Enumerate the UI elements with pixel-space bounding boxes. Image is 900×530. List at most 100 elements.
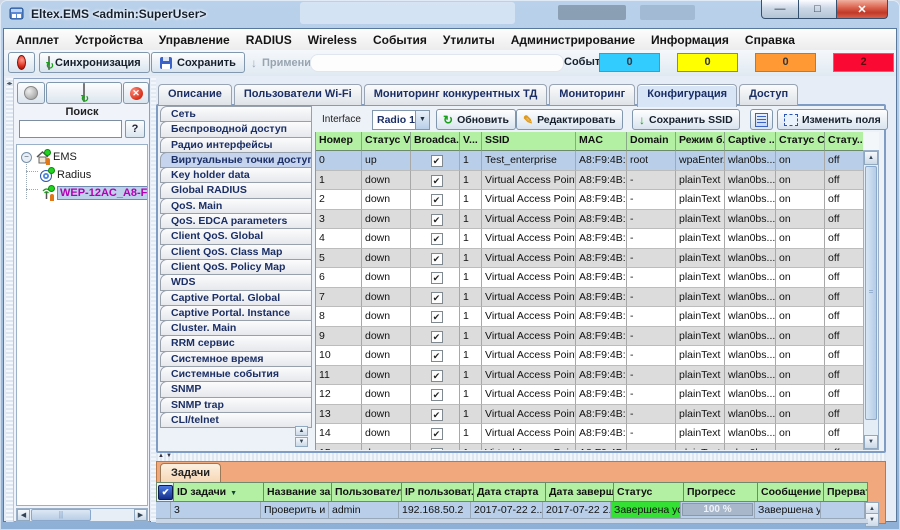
config-section-5[interactable]: Global RADIUS: [160, 182, 312, 199]
table-row[interactable]: 3down ✔ 1Virtual Access Point...A8:F9:4B:.…: [316, 209, 864, 229]
panel-collapse-strip[interactable]: ◂▸: [6, 78, 14, 522]
vap-column-header-7[interactable]: Режим б...: [676, 132, 725, 151]
event-counter-info[interactable]: 0: [599, 53, 660, 72]
maximize-button[interactable]: □: [799, 0, 836, 19]
config-section-9[interactable]: Client QoS. Class Map: [160, 243, 312, 260]
tab-4[interactable]: Конфигурация: [637, 84, 738, 107]
broadcast-checkbox[interactable]: ✔: [430, 174, 443, 187]
task-column-header-7[interactable]: Прогресс: [684, 482, 758, 502]
search-input[interactable]: [19, 120, 122, 138]
tab-tasks[interactable]: Задачи: [160, 463, 221, 483]
config-section-16[interactable]: Системное время: [160, 350, 312, 368]
table-row[interactable]: 6down ✔ 1Virtual Access Point...A8:F9:4B:.…: [316, 268, 864, 288]
table-row[interactable]: 14down ✔ 1Virtual Access Point...A8:F9:4B:…: [316, 424, 864, 444]
broadcast-checkbox[interactable]: ✔: [430, 291, 443, 304]
table-row[interactable]: 12down ✔ 1Virtual Access Point...A8:F9:4B:…: [316, 385, 864, 405]
table-row[interactable]: 8down ✔ 1Virtual Access Point...A8:F9:4B:.…: [316, 307, 864, 327]
config-scroll-down-button[interactable]: ▼: [295, 437, 308, 447]
broadcast-checkbox[interactable]: ✔: [430, 233, 443, 245]
horizontal-splitter[interactable]: ▲▼: [156, 453, 886, 461]
config-section-15[interactable]: RRM сервис: [160, 335, 312, 352]
config-section-4[interactable]: Key holder data: [160, 167, 312, 184]
task-column-header-6[interactable]: Статус: [614, 482, 684, 502]
refresh-button[interactable]: ↻ Обновить: [436, 109, 516, 130]
broadcast-checkbox[interactable]: ✔: [430, 155, 443, 167]
event-counter-major[interactable]: 0: [755, 53, 816, 72]
menu-item-7[interactable]: Администрирование: [503, 31, 643, 49]
config-section-11[interactable]: WDS: [160, 274, 312, 291]
broadcast-checkbox[interactable]: ✔: [430, 330, 443, 343]
tab-2[interactable]: Мониторинг конкурентных ТД: [363, 84, 548, 105]
table-row[interactable]: 7down ✔ 1Virtual Access Point...A8:F9:4B:.…: [316, 287, 864, 307]
disconnect-button[interactable]: [8, 52, 35, 73]
table-row[interactable]: 15down ✔ 1Virtual Access Point...A8:F9:4B:…: [316, 443, 864, 450]
vap-column-header-3[interactable]: V...: [460, 132, 482, 151]
vap-column-header-8[interactable]: Captive ...: [725, 132, 776, 151]
table-row[interactable]: 5down ✔ 1Virtual Access Point...A8:F9:4B:.…: [316, 248, 864, 268]
task-column-header-5[interactable]: Дата заверш...: [546, 482, 614, 502]
tree-sync-button[interactable]: ↻: [46, 82, 122, 105]
menu-item-3[interactable]: RADIUS: [238, 31, 300, 49]
config-section-8[interactable]: Client QoS. Global: [160, 228, 312, 245]
table-row[interactable]: 13down ✔ 1Virtual Access Point...A8:F9:4B:…: [316, 404, 864, 424]
config-section-14[interactable]: Cluster. Main: [160, 320, 312, 337]
table-row[interactable]: 4down ✔ 1Virtual Access Point...A8:F9:4B:.…: [316, 229, 864, 249]
broadcast-checkbox[interactable]: ✔: [430, 213, 443, 226]
scroll-up-button[interactable]: ▲: [864, 151, 878, 165]
menu-item-6[interactable]: Утилиты: [435, 31, 503, 49]
vap-column-header-2[interactable]: Broadca...: [411, 132, 460, 151]
task-column-header-3[interactable]: IP пользоват...: [402, 482, 474, 502]
tree-node-access-point[interactable]: WEP-12AC_A8-F9-: [39, 184, 147, 201]
splitter-handle-icons[interactable]: ▲▼: [158, 453, 174, 459]
task-column-header-1[interactable]: Название за...: [264, 482, 332, 502]
tree-horizontal-scrollbar[interactable]: ◀ || ▶: [16, 508, 148, 522]
config-section-1[interactable]: Беспроводной доступ: [160, 121, 312, 138]
tab-1[interactable]: Пользователи Wi-Fi: [233, 84, 362, 105]
list-view-button[interactable]: [750, 109, 773, 130]
search-help-button[interactable]: ?: [125, 120, 145, 138]
chevron-down-icon[interactable]: ▼: [414, 111, 429, 129]
config-scroll-up-button[interactable]: ▲: [295, 426, 308, 436]
table-row[interactable]: 10down ✔ 1Virtual Access Point...A8:F9:4B:…: [316, 346, 864, 366]
scrollbar-thumb[interactable]: =: [865, 166, 877, 420]
config-section-6[interactable]: QoS. Main: [160, 197, 312, 215]
task-column-header-0[interactable]: ID задачи ▼: [174, 482, 264, 502]
config-section-18[interactable]: SNMP: [160, 381, 312, 398]
vap-column-header-4[interactable]: SSID: [482, 132, 576, 151]
vap-column-header-5[interactable]: MAC: [576, 132, 627, 151]
table-row[interactable]: 11down ✔ 1Virtual Access Point...A8:F9:4B:…: [316, 365, 864, 385]
tab-3[interactable]: Мониторинг: [549, 84, 636, 105]
tree-node-ems[interactable]: − EMS: [21, 148, 77, 165]
task-select-cell[interactable]: [156, 502, 171, 519]
tree-disabled-button[interactable]: [17, 82, 45, 104]
config-section-7[interactable]: QoS. EDCA parameters: [160, 213, 312, 230]
broadcast-checkbox[interactable]: ✔: [430, 428, 443, 440]
tree-close-button[interactable]: ✕: [123, 82, 149, 104]
menu-item-0[interactable]: Апплет: [8, 31, 67, 49]
interface-combo[interactable]: Radio 1 ▼: [372, 110, 430, 130]
edit-button[interactable]: ✎ Редактировать: [516, 109, 623, 130]
select-all-icon[interactable]: ✔: [158, 485, 173, 500]
menu-item-8[interactable]: Информация: [643, 31, 737, 49]
config-section-0[interactable]: Сеть: [160, 106, 312, 123]
scrollbar-thumb[interactable]: ||: [31, 509, 91, 521]
config-section-2[interactable]: Радио интерфейсы: [160, 136, 312, 153]
select-all-cell[interactable]: ✔: [156, 482, 174, 502]
scroll-down-button[interactable]: ▼: [864, 435, 878, 449]
tab-5[interactable]: Доступ: [739, 84, 799, 105]
broadcast-checkbox[interactable]: ✔: [430, 369, 443, 382]
config-section-20[interactable]: CLI/telnet: [160, 411, 312, 429]
task-column-header-8[interactable]: Сообщение: [758, 482, 824, 502]
menu-item-4[interactable]: Wireless: [300, 31, 365, 49]
save-ssid-button[interactable]: ↓ Сохранить SSID: [632, 109, 740, 130]
task-column-header-9[interactable]: Прервать: [824, 482, 868, 502]
config-section-12[interactable]: Captive Portal. Global: [160, 289, 312, 306]
menu-item-9[interactable]: Справка: [737, 31, 803, 49]
broadcast-checkbox[interactable]: ✔: [430, 272, 443, 284]
vap-column-header-9[interactable]: Статус C...: [776, 132, 825, 151]
broadcast-checkbox[interactable]: ✔: [430, 252, 443, 265]
tab-0[interactable]: Описание: [158, 84, 232, 105]
task-column-header-2[interactable]: Пользователь: [332, 482, 402, 502]
titlebar[interactable]: Eltex.EMS <admin:SuperUser> — □ ✕: [0, 0, 900, 28]
tree-node-radius[interactable]: Radius: [39, 166, 91, 183]
